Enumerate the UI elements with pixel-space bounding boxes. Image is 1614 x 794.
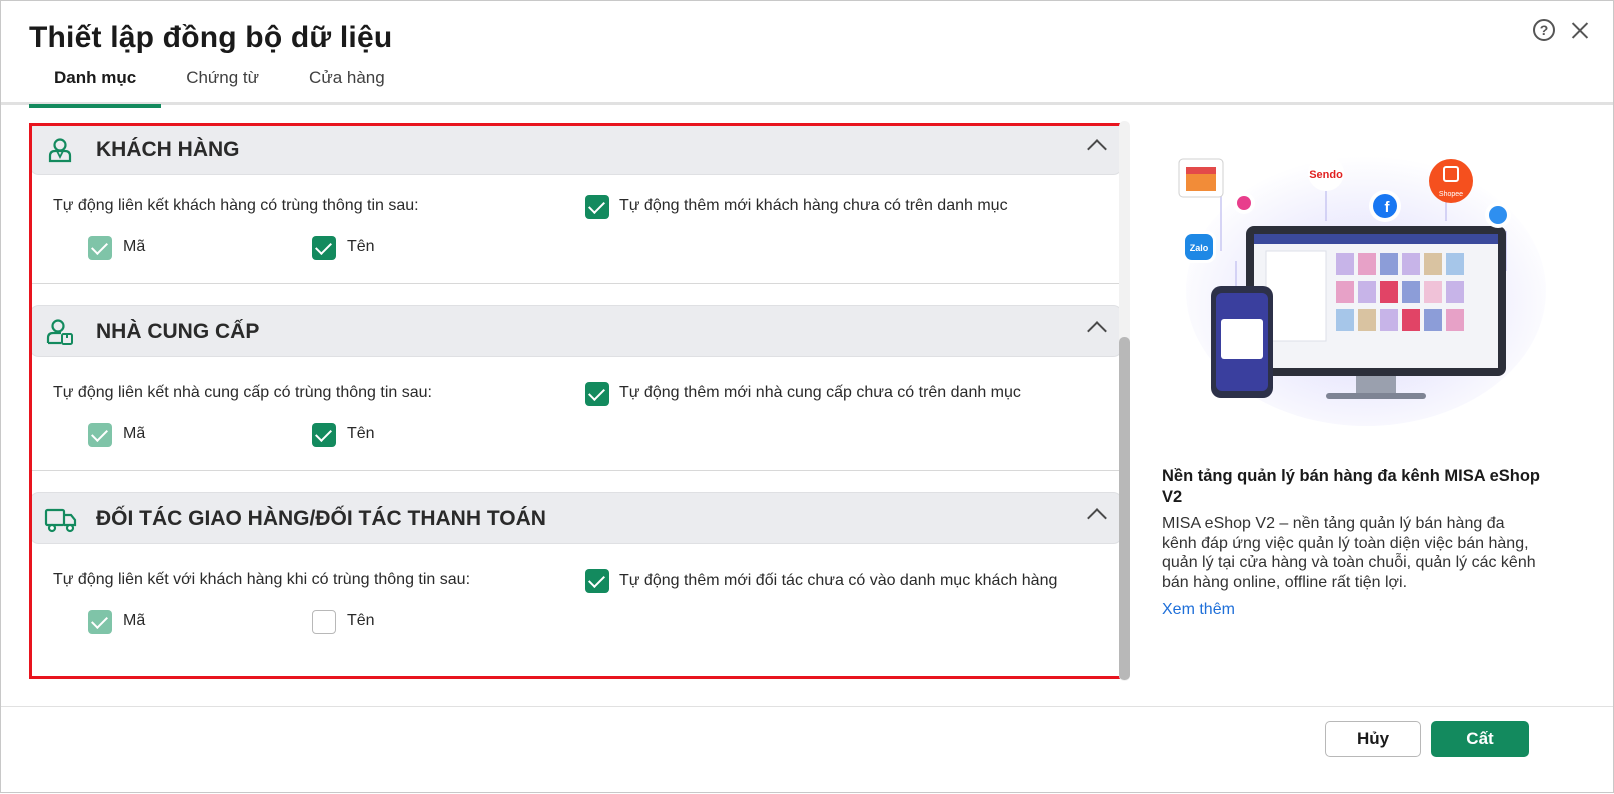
tab-chung-tu[interactable]: Chứng từ — [161, 65, 284, 105]
tab-bar: Danh mục Chứng từ Cửa hàng — [29, 65, 410, 108]
save-button[interactable]: Cất — [1431, 721, 1529, 757]
dialog-footer: Hủy Cất — [1, 706, 1613, 794]
see-more-link[interactable]: Xem thêm — [1162, 601, 1235, 619]
tab-cua-hang[interactable]: Cửa hàng — [284, 65, 410, 105]
sendo-badge: Sendo — [1309, 169, 1343, 181]
shopee-badge: Shopee — [1439, 191, 1463, 198]
zalo-badge: Zalo — [1190, 243, 1209, 253]
help-icon[interactable]: ? — [1533, 19, 1555, 41]
settings-panel: KHÁCH HÀNG Tự động liên kết khách hàng c… — [29, 123, 1129, 679]
sync-settings-dialog: Thiết lập đồng bộ dữ liệu Danh mục Chứng… — [0, 0, 1614, 793]
promo-title: Nền tảng quản lý bán hàng đa kênh MISA e… — [1162, 467, 1541, 506]
header-actions: ? — [1533, 19, 1591, 41]
dialog-header: Thiết lập đồng bộ dữ liệu Danh mục Chứng… — [1, 1, 1613, 108]
dialog-title: Thiết lập đồng bộ dữ liệu — [29, 21, 393, 54]
eshop-illustration: Sendo Shopee f Zalo — [1178, 155, 1546, 426]
scrollbar-thumb[interactable] — [1119, 337, 1130, 680]
promo-panel: Sendo Shopee f Zalo Nền tảng quản lý bán… — [1146, 121, 1566, 681]
highlight-frame — [29, 123, 1129, 679]
promo-description: MISA eShop V2 – nền tảng quản lý bán hàn… — [1162, 515, 1536, 591]
close-icon[interactable] — [1569, 19, 1591, 41]
cancel-button[interactable]: Hủy — [1325, 721, 1421, 757]
tab-danh-muc[interactable]: Danh mục — [29, 65, 162, 108]
